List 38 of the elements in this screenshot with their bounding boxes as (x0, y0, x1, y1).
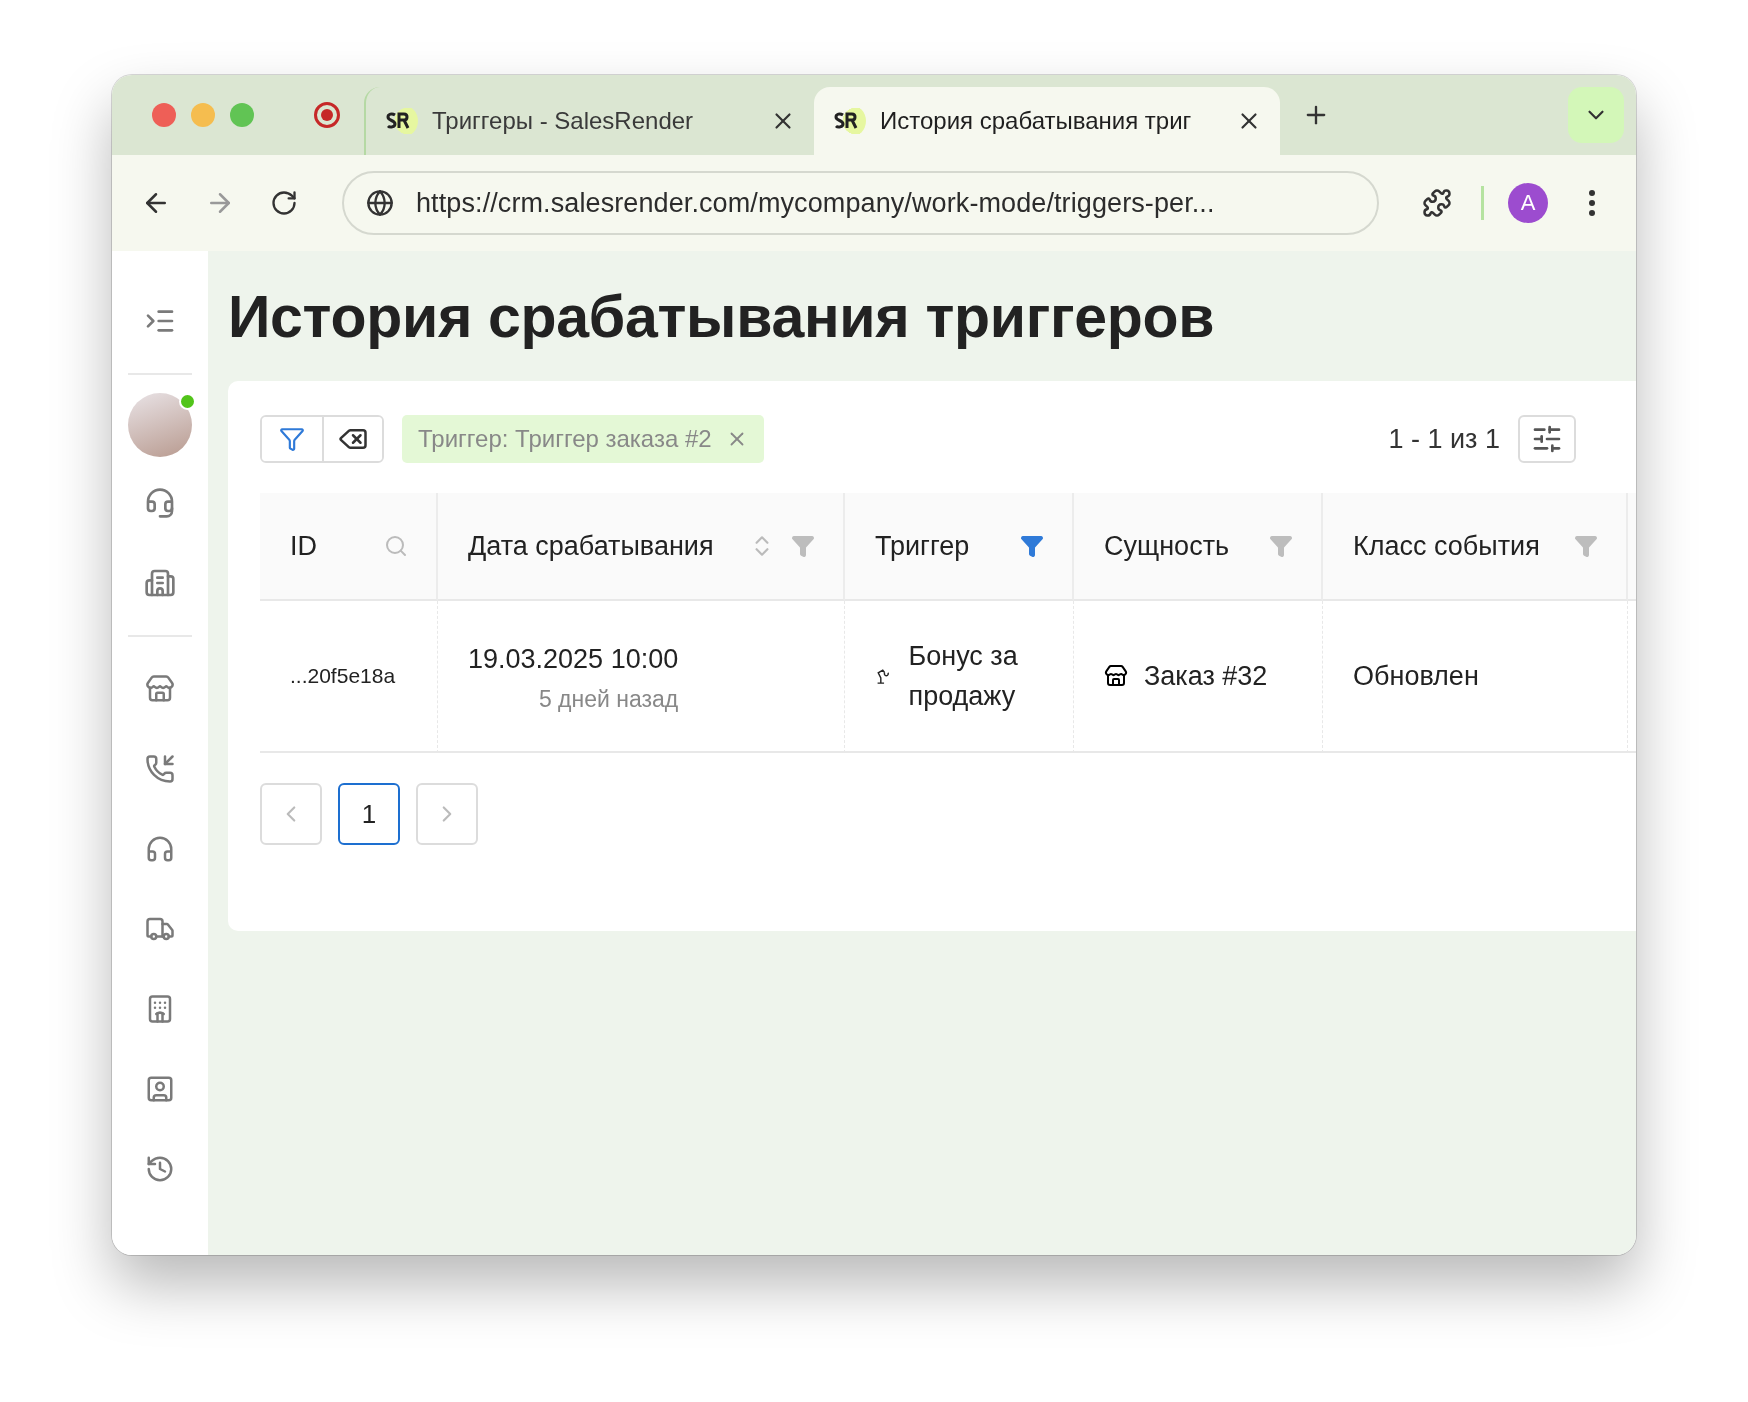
table-cell-text: Заказ #32 (1144, 659, 1268, 693)
contact-card-icon[interactable] (145, 1074, 175, 1104)
filter-icon (279, 426, 305, 452)
page-title: История срабатывания триггеров (228, 283, 1216, 351)
globe-icon (366, 189, 394, 217)
table-cell-text: 19.03.2025 10:00 (468, 643, 679, 677)
more-icon (1589, 190, 1595, 216)
tab-title: История срабатывания триг (880, 107, 1193, 135)
store-icon (1104, 664, 1128, 688)
phone-icon[interactable] (145, 754, 175, 784)
profile-avatar[interactable]: A (1508, 183, 1548, 223)
building-icon[interactable] (144, 567, 176, 599)
headphones-icon[interactable] (145, 834, 175, 864)
column-header: Класс события (1323, 493, 1628, 601)
store-icon[interactable] (145, 674, 175, 704)
address-bar[interactable]: https://crm.salesrender.com/mycompany/work-mode/triggers-per... (342, 171, 1379, 235)
clear-filters-button[interactable] (322, 417, 382, 461)
column-header: Триггер (845, 493, 1074, 601)
filter-icon[interactable] (1020, 534, 1044, 558)
sliders-icon (1531, 423, 1563, 455)
headset-icon[interactable] (144, 487, 176, 519)
table-cell-text: ...20f5e18a (290, 663, 396, 690)
results-range: 1 - 1 из 1 (1388, 423, 1500, 455)
page-button[interactable]: 1 (338, 783, 400, 845)
puzzle-icon (1422, 188, 1452, 218)
reload-icon (270, 189, 298, 217)
table-cell-text: Бонус за продажу (908, 639, 1019, 713)
recording-icon (314, 102, 340, 128)
settings-button[interactable] (1518, 415, 1576, 463)
relative-time: 5 дней назад (538, 685, 679, 713)
tab-title: Триггеры - SalesRender (432, 107, 695, 135)
close-window-button[interactable] (152, 103, 176, 127)
column-header: Сущность (1074, 493, 1323, 601)
table-cell-text: Обновлен (1353, 659, 1479, 693)
browser-tab[interactable]: История срабатывания триг (814, 87, 1280, 155)
column-header: ID (260, 493, 438, 601)
history-icon[interactable] (145, 1154, 175, 1184)
column-header: Дата срабатывания (438, 493, 845, 601)
